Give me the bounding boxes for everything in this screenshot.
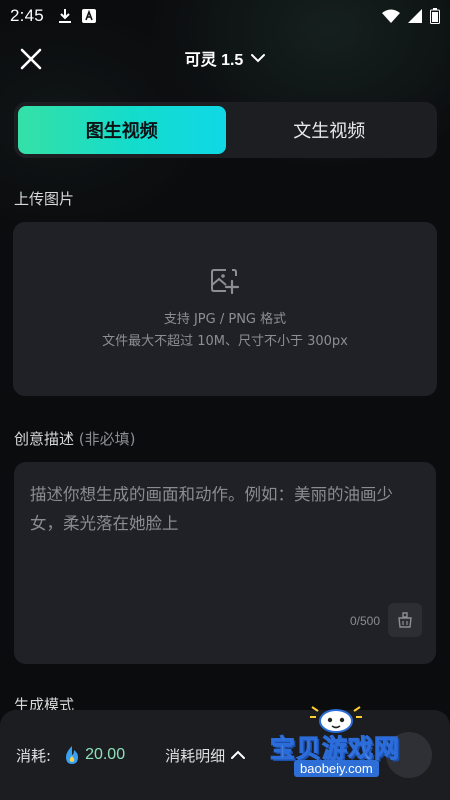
download-icon [58, 9, 71, 23]
upload-size-hint: 文件最大不超过 10M、尺寸不小于 300px [102, 334, 348, 349]
watermark-site-url: baobeiy.com [294, 760, 379, 777]
upload-section-title: 上传图片 [14, 190, 75, 208]
tab-text-to-video[interactable]: 文生视频 [226, 106, 434, 154]
status-notification-icons [58, 8, 96, 24]
image-upload-area[interactable]: 支持 JPG / PNG 格式 文件最大不超过 10M、尺寸不小于 300px [13, 222, 437, 396]
description-input[interactable]: 描述你想生成的画面和动作。例如：美丽的油画少女，柔光落在她脸上 0/500 [14, 462, 436, 664]
mode-tabs: 图生视频 文生视频 [14, 102, 437, 158]
watermark-logo: 宝贝游戏网 baobeiy.com [269, 705, 420, 783]
top-bar: 可灵 1.5 [0, 32, 450, 84]
tab-image-to-video[interactable]: 图生视频 [18, 106, 226, 154]
close-icon [20, 48, 42, 70]
add-image-icon [211, 269, 240, 295]
close-button[interactable] [16, 44, 46, 74]
upload-format-hint: 支持 JPG / PNG 格式 [163, 312, 287, 327]
cost-value: 20.00 [85, 746, 126, 763]
model-selector[interactable]: 可灵 1.5 [185, 46, 266, 70]
status-bar: 2:45 [0, 0, 450, 32]
chevron-down-icon [251, 54, 266, 63]
cost-value-group: 20.00 [63, 745, 125, 765]
description-section-title: 创意描述 (非必填) [14, 428, 136, 449]
status-time: 2:45 [10, 6, 44, 25]
chevron-up-icon [231, 750, 246, 759]
app-notification-icon [81, 9, 96, 23]
cost-detail-label: 消耗明细 [165, 746, 226, 765]
model-name: 可灵 1.5 [184, 52, 244, 69]
clear-text-button[interactable] [388, 603, 422, 637]
flame-credit-icon [66, 746, 79, 764]
description-placeholder: 描述你想生成的画面和动作。例如：美丽的油画少女，柔光落在她脸上 [30, 485, 393, 533]
char-count: 0/500 [349, 614, 380, 628]
description-optional-note: (非必填) [78, 430, 136, 448]
broom-clear-icon [398, 612, 412, 628]
cost-label: 消耗: [16, 746, 52, 765]
cost-detail-toggle[interactable]: 消耗明细 [165, 745, 246, 766]
status-system-icons [382, 8, 440, 24]
battery-icon [430, 8, 440, 24]
wifi-icon [382, 9, 400, 23]
signal-icon [408, 9, 422, 23]
description-title: 创意描述 [14, 430, 75, 448]
